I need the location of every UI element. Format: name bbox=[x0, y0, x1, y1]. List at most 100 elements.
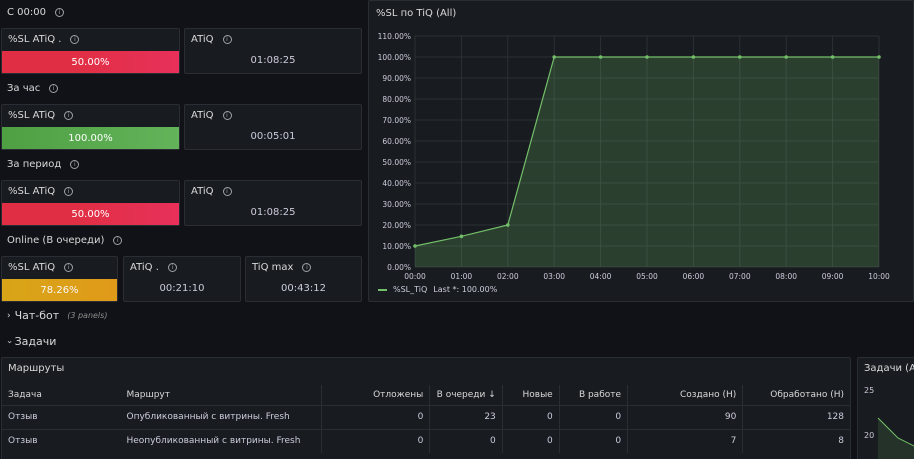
section-title-for-period: За период i bbox=[7, 159, 80, 170]
stat-panel-atiq-per-hour[interactable]: ATiQ i 00:05:01 bbox=[184, 104, 362, 150]
column-header[interactable]: Создано (Н) bbox=[627, 385, 743, 405]
y-tick-label: 30.00% bbox=[382, 200, 411, 209]
info-icon[interactable]: i bbox=[222, 35, 232, 44]
table-cell: Отзыв bbox=[2, 428, 121, 453]
stat-value: 00:21:10 bbox=[159, 283, 205, 294]
routes-table: Задача Маршрут Отложены В очереди ↓ Новые В р… bbox=[2, 385, 850, 453]
x-tick-label: 06:00 bbox=[683, 272, 705, 281]
data-point bbox=[506, 223, 510, 227]
column-header[interactable]: Новые bbox=[501, 385, 560, 405]
data-point bbox=[459, 234, 464, 239]
y-tick-label: 50.00% bbox=[382, 158, 411, 167]
table-row[interactable]: Отзыв Неопубликованный с витрины. Fresh 0 0… bbox=[2, 428, 850, 453]
legend-series-name: %SL_TiQ bbox=[393, 285, 428, 294]
info-icon[interactable]: i bbox=[70, 35, 80, 44]
x-tick-label: 07:00 bbox=[729, 272, 751, 281]
tasks-mini-chart bbox=[877, 417, 914, 459]
y-tick-label: 0.00% bbox=[387, 263, 411, 272]
table-cell: 0 bbox=[320, 428, 430, 453]
data-point bbox=[598, 55, 603, 59]
row-panel-count: (3 panels) bbox=[67, 311, 108, 320]
table-cell: 128 bbox=[742, 404, 850, 429]
y-tick-label: 10.00% bbox=[382, 242, 411, 251]
info-icon[interactable]: i bbox=[49, 84, 59, 93]
info-icon[interactable]: i bbox=[64, 111, 74, 120]
chart-legend[interactable]: %SL_TiQ Last *: 100.00% bbox=[378, 285, 497, 294]
stat-panel-sl-per-hour[interactable]: %SL ATiQ i 100.00% bbox=[1, 104, 180, 150]
stat-panel-atiq-since-midnight[interactable]: ATiQ i 01:08:25 bbox=[184, 28, 362, 74]
y-tick-label: 60.00% bbox=[382, 137, 411, 146]
stat-value: 01:08:25 bbox=[250, 55, 296, 66]
x-tick-label: 02:00 bbox=[497, 272, 519, 281]
info-icon[interactable]: i bbox=[64, 187, 74, 196]
routes-table-panel[interactable]: Маршруты Задача Маршрут Отложены В очереди … bbox=[1, 357, 851, 459]
y-tick-label: 90.00% bbox=[382, 74, 411, 83]
row-tasks[interactable]: › Задачи bbox=[3, 335, 57, 348]
y-tick-label: 40.00% bbox=[382, 179, 411, 188]
info-icon[interactable]: i bbox=[54, 8, 64, 17]
sl-by-tiq-chart-panel[interactable]: %SL по TiQ (All) 0.00% 10.00% 20.00% 30.00%… bbox=[368, 0, 914, 302]
table-cell: 0 bbox=[501, 428, 560, 453]
stat-panel-atiq-online[interactable]: ATiQ .i 00:21:10 bbox=[123, 256, 241, 302]
data-point bbox=[645, 55, 649, 59]
data-point bbox=[830, 55, 835, 59]
section-title-online-queue: Online (В очереди) i bbox=[7, 235, 123, 246]
data-point bbox=[877, 55, 881, 59]
stat-panel-sl-since-midnight[interactable]: %SL ATiQ .i 50.00% bbox=[1, 28, 180, 74]
tasks-chart-panel[interactable]: Задачи (All 25 20 bbox=[857, 357, 914, 459]
table-cell: Отзыв bbox=[2, 404, 121, 429]
table-cell: 0 bbox=[429, 428, 503, 453]
chevron-right-icon: › bbox=[7, 310, 11, 321]
column-header[interactable]: В очереди ↓ bbox=[429, 385, 503, 405]
stat-value: 01:08:25 bbox=[250, 207, 296, 218]
section-title-per-hour: За час i bbox=[7, 83, 59, 94]
table-cell: 90 bbox=[627, 404, 743, 429]
y-tick-label: 100.00% bbox=[378, 53, 411, 62]
column-header[interactable]: Обработано (Н) bbox=[742, 385, 850, 405]
data-point bbox=[691, 55, 696, 59]
table-cell: 7 bbox=[627, 428, 743, 453]
info-icon[interactable]: i bbox=[113, 236, 123, 245]
legend-color-swatch bbox=[378, 288, 387, 291]
info-icon[interactable]: i bbox=[167, 263, 177, 272]
column-header[interactable]: Отложены bbox=[320, 385, 430, 405]
column-header[interactable]: В работе bbox=[558, 385, 628, 405]
stat-value-bar: 50.00% bbox=[2, 203, 179, 225]
table-cell: Неопубликованный с витрины. Fresh bbox=[120, 428, 322, 453]
info-icon[interactable]: i bbox=[222, 111, 232, 120]
x-tick-label: 00:00 bbox=[404, 272, 426, 281]
table-header-row: Задача Маршрут Отложены В очереди ↓ Новые В р… bbox=[2, 385, 850, 405]
info-icon[interactable]: i bbox=[70, 160, 80, 169]
routes-panel-title: Маршруты bbox=[8, 363, 65, 374]
stat-panel-atiq-for-period[interactable]: ATiQ i 01:08:25 bbox=[184, 180, 362, 226]
stat-value: 00:43:12 bbox=[281, 283, 326, 294]
x-tick-label: 05:00 bbox=[636, 272, 658, 281]
section-title-since-midnight: С 00:00 i bbox=[7, 7, 64, 18]
stat-panel-sl-for-period[interactable]: %SL ATiQ i 50.00% bbox=[1, 180, 180, 226]
row-chatbot[interactable]: › Чат-бот (3 panels) bbox=[7, 309, 107, 322]
stat-panel-tiq-max-online[interactable]: TiQ max i 00:43:12 bbox=[245, 256, 362, 302]
info-icon[interactable]: i bbox=[64, 263, 74, 272]
table-cell: 23 bbox=[429, 404, 503, 429]
stat-panel-sl-online[interactable]: %SL ATiQ i 78.26% bbox=[1, 256, 118, 302]
table-cell: 0 bbox=[558, 404, 628, 429]
info-icon[interactable]: i bbox=[222, 187, 232, 196]
table-cell: 0 bbox=[320, 404, 430, 429]
info-icon[interactable]: i bbox=[302, 263, 312, 272]
x-tick-label: 08:00 bbox=[775, 272, 797, 281]
data-point bbox=[784, 55, 788, 59]
x-tick-label: 09:00 bbox=[822, 272, 844, 281]
chevron-down-icon: › bbox=[3, 339, 14, 344]
table-cell: 0 bbox=[501, 404, 560, 429]
legend-last-value: Last *: 100.00% bbox=[433, 285, 498, 294]
data-point bbox=[413, 244, 417, 248]
table-cell: Опубликованный с витрины. Fresh bbox=[120, 404, 322, 429]
table-row[interactable]: Отзыв Опубликованный с витрины. Fresh 0 23 0… bbox=[2, 404, 850, 429]
x-tick-label: 04:00 bbox=[590, 272, 612, 281]
table-cell: 0 bbox=[558, 428, 628, 453]
y-tick-label: 110.00% bbox=[378, 32, 411, 41]
column-header[interactable]: Задача bbox=[2, 385, 120, 405]
stat-value-bar: 100.00% bbox=[2, 127, 179, 149]
column-header[interactable]: Маршрут bbox=[120, 385, 321, 405]
data-point bbox=[552, 55, 556, 59]
